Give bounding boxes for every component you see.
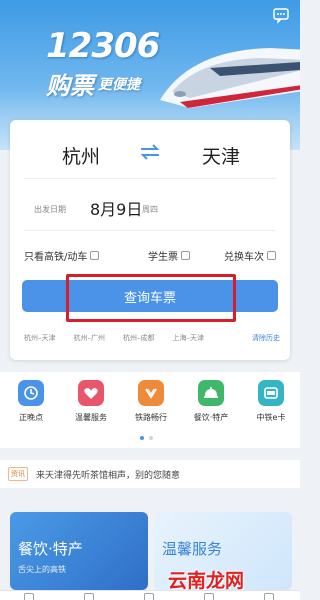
tab-profile-icon[interactable]	[264, 593, 274, 600]
service-label: 餐饮·特产	[193, 413, 229, 422]
history-item[interactable]: 上海–天津	[173, 333, 205, 343]
divider	[24, 230, 276, 231]
clock-icon	[18, 380, 44, 406]
message-icon[interactable]	[272, 6, 290, 24]
swap-stations-icon[interactable]	[138, 142, 162, 162]
page-dot	[149, 436, 153, 440]
slogan-main: 购票	[46, 72, 94, 100]
watermark: 云南龙网	[168, 570, 245, 592]
tab-home-icon[interactable]	[24, 593, 34, 600]
ticket-search-card: 杭州 天津 出发日期 8月9日 周四 只看高铁/动车 学生票 兑换车次 查询车票…	[10, 120, 290, 360]
date-label: 出发日期	[34, 205, 66, 214]
slogan-sub: 更便捷	[98, 77, 140, 93]
promo-title: 温馨服务	[162, 540, 223, 558]
service-label: 铁路畅行	[135, 413, 167, 422]
option-exchange-train[interactable]: 兑换车次	[224, 248, 276, 263]
tab-travel-icon[interactable]	[144, 593, 154, 600]
tab-orders-icon[interactable]	[84, 593, 94, 600]
departure-date[interactable]: 8月9日	[90, 196, 142, 220]
bottom-tab-bar	[0, 590, 300, 600]
arrival-city[interactable]: 天津	[202, 142, 240, 169]
page-indicator	[140, 436, 153, 440]
service-item-care[interactable]: 温馨服务	[66, 380, 116, 423]
service-label: 温馨服务	[75, 413, 107, 422]
weekday-label: 周四	[142, 205, 158, 214]
service-item-food[interactable]: 餐饮·特产	[186, 380, 236, 423]
history-item[interactable]: 杭州–天津	[24, 333, 56, 343]
news-tag: 资讯	[8, 467, 28, 481]
history-item[interactable]: 杭州–广州	[74, 333, 106, 343]
promo-title: 餐饮·特产	[18, 540, 83, 558]
service-label: 正晚点	[19, 413, 43, 422]
checkbox[interactable]	[181, 251, 190, 260]
brand-logo-12306: 12306	[46, 26, 160, 66]
news-text[interactable]: 来天津得先听茶馆相声，别的您随意	[36, 468, 180, 481]
promo-subtitle: 舌尖上的高铁	[18, 565, 66, 574]
news-bar[interactable]: 资讯 来天津得先听茶馆相声，别的您随意	[0, 460, 300, 488]
promo-card-food[interactable]: 餐饮·特产 舌尖上的高铁	[10, 512, 148, 590]
option-student-ticket[interactable]: 学生票	[148, 248, 190, 263]
service-grid: 正晚点 温馨服务 铁路畅行 餐饮·特产 中铁e卡	[0, 372, 300, 448]
card-icon	[258, 380, 284, 406]
food-bell-icon	[198, 380, 224, 406]
train-icon	[160, 48, 300, 108]
service-label: 中铁e卡	[256, 413, 286, 422]
service-item-ecard[interactable]: 中铁e卡	[246, 380, 296, 423]
checkbox[interactable]	[90, 251, 100, 260]
heart-icon	[78, 380, 104, 406]
page-dot-active	[140, 436, 144, 440]
tab-service-icon[interactable]	[204, 593, 214, 600]
service-item-punctuality[interactable]: 正晚点	[6, 380, 56, 423]
divider	[24, 178, 276, 179]
checkbox[interactable]	[267, 251, 276, 260]
search-history: 杭州–天津 杭州–广州 杭州–成都 上海–天津 清除历史	[24, 333, 280, 343]
clear-history-link[interactable]: 清除历史	[252, 333, 280, 343]
rail-icon	[138, 380, 164, 406]
history-item[interactable]: 杭州–成都	[123, 333, 155, 343]
option-label: 学生票	[148, 252, 178, 263]
highlight-frame	[66, 274, 236, 322]
option-label: 只看高铁/动车	[24, 252, 88, 263]
option-label: 兑换车次	[224, 252, 264, 263]
service-item-rail-pass[interactable]: 铁路畅行	[126, 380, 176, 423]
option-high-speed-only[interactable]: 只看高铁/动车	[24, 248, 100, 263]
departure-city[interactable]: 杭州	[62, 142, 100, 169]
